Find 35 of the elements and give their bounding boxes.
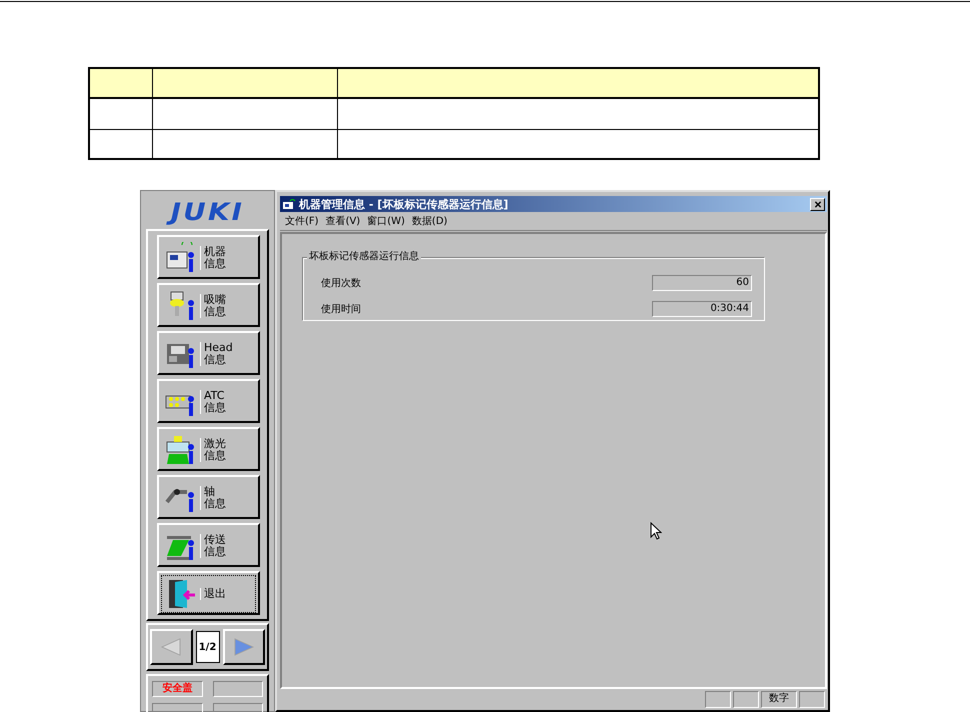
menu-item[interactable]: 数据(D) <box>412 214 448 228</box>
side-button[interactable]: 轴 信息 <box>157 475 260 519</box>
field-label: 使用次数 <box>321 277 361 290</box>
window-title: 机器管理信息 - [坏板标记传感器运行信息] <box>299 196 510 212</box>
menu-item[interactable]: 查看(V) <box>326 214 360 228</box>
side-button[interactable]: Head 信息 <box>157 331 260 375</box>
readout-field: 60 <box>652 275 752 291</box>
close-button[interactable] <box>810 198 825 210</box>
side-button[interactable]: 吸嘴 信息 <box>157 283 260 327</box>
menu-item[interactable]: 窗口(W) <box>367 214 405 228</box>
logo: JUKI <box>136 200 278 224</box>
left-arrow-icon <box>160 638 182 656</box>
status-cell: 数字 <box>761 691 797 708</box>
right-arrow-icon <box>232 638 255 656</box>
status-cell: 安全盖 <box>152 681 202 697</box>
next-button[interactable] <box>222 629 265 665</box>
side-button[interactable]: 退出 <box>157 571 260 615</box>
status-cell <box>705 691 731 708</box>
mouse-cursor-icon <box>650 522 662 541</box>
side-button[interactable]: 机器 信息 <box>157 235 260 279</box>
computer-icon <box>282 198 296 210</box>
status-cell <box>799 691 825 708</box>
info-icon <box>165 434 197 466</box>
close-icon <box>814 200 822 208</box>
side-button[interactable]: 传送 信息 <box>157 523 260 567</box>
group-title: 坏板标记传感器运行信息 <box>307 249 421 263</box>
side-button[interactable]: 激光 信息 <box>157 427 260 471</box>
page-indicator: 1/2 <box>196 631 220 663</box>
side-button[interactable]: ATC 信息 <box>157 379 260 423</box>
status-cell <box>733 691 759 708</box>
menu-item[interactable]: 文件(F) <box>285 214 319 228</box>
info-icon <box>165 242 197 274</box>
status-cell <box>212 681 263 697</box>
readout-field: 0:30:44 <box>652 301 752 317</box>
field-label: 使用时间 <box>321 302 361 316</box>
